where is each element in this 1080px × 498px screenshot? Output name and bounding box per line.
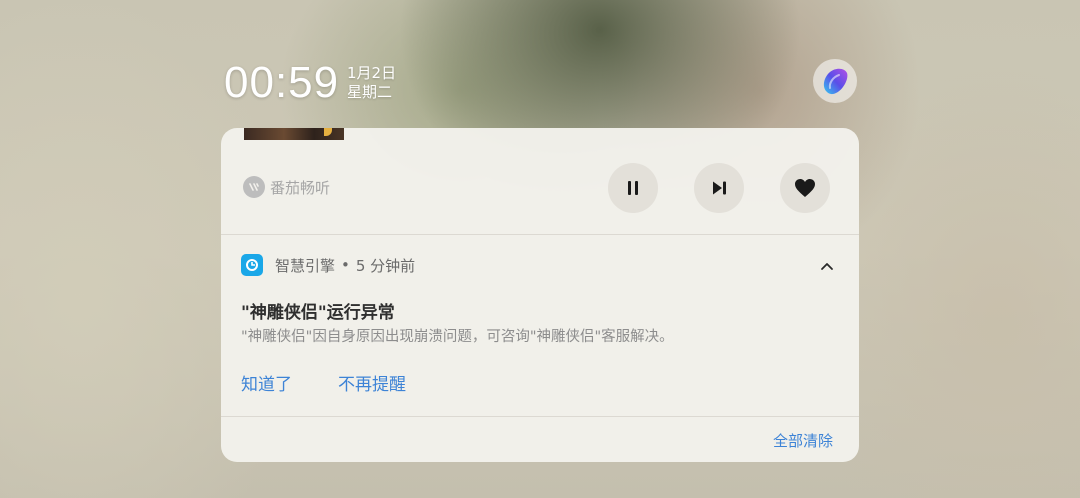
- header-separator: •: [341, 256, 350, 274]
- pause-button[interactable]: [608, 163, 658, 213]
- date-block: 1月2日 星期二: [347, 64, 396, 102]
- acknowledge-button[interactable]: 知道了: [241, 370, 292, 395]
- media-app-label[interactable]: 番茄畅听: [243, 176, 330, 198]
- divider: [221, 416, 859, 417]
- skip-next-icon: [713, 181, 726, 195]
- tomato-listen-logo-icon: [243, 176, 265, 198]
- divider: [221, 234, 859, 235]
- notification-header: 智慧引擎 • 5 分钟前: [241, 254, 415, 276]
- collapse-button[interactable]: [813, 254, 841, 278]
- pause-icon: [628, 181, 638, 195]
- notification-panel: 番茄畅听 智慧引擎 • 5 分钟前 "神雕侠侣"运行异常 "神雕侠侣"因自身原因…: [221, 128, 859, 462]
- lock-screen: 00:59 1月2日 星期二 番茄畅听 智慧引擎 • 5 分钟前 "神雕侠侣"运…: [0, 0, 1080, 498]
- assistant-orb-icon: [823, 68, 848, 95]
- like-button[interactable]: [780, 163, 830, 213]
- notification-body: "神雕侠侣"因自身原因出现崩溃问题，可咨询"神雕侠侣"客服解决。: [241, 329, 674, 345]
- date-label: 1月2日: [347, 64, 397, 82]
- album-art[interactable]: [244, 128, 344, 140]
- chevron-up-icon: [821, 263, 833, 270]
- dont-remind-button[interactable]: 不再提醒: [338, 370, 406, 395]
- heart-icon: [795, 179, 815, 197]
- next-button[interactable]: [694, 163, 744, 213]
- clock-time: 00:59: [224, 58, 340, 107]
- media-app-name: 番茄畅听: [270, 178, 331, 197]
- notification-title: "神雕侠侣"运行异常: [241, 303, 395, 323]
- weekday-label: 星期二: [347, 83, 393, 101]
- notification-time: 5 分钟前: [355, 256, 416, 275]
- assistant-button[interactable]: [813, 59, 857, 103]
- notification-app-name: 智慧引擎: [275, 256, 336, 275]
- smart-engine-icon: [241, 254, 263, 276]
- clear-all-button[interactable]: 全部清除: [773, 430, 833, 451]
